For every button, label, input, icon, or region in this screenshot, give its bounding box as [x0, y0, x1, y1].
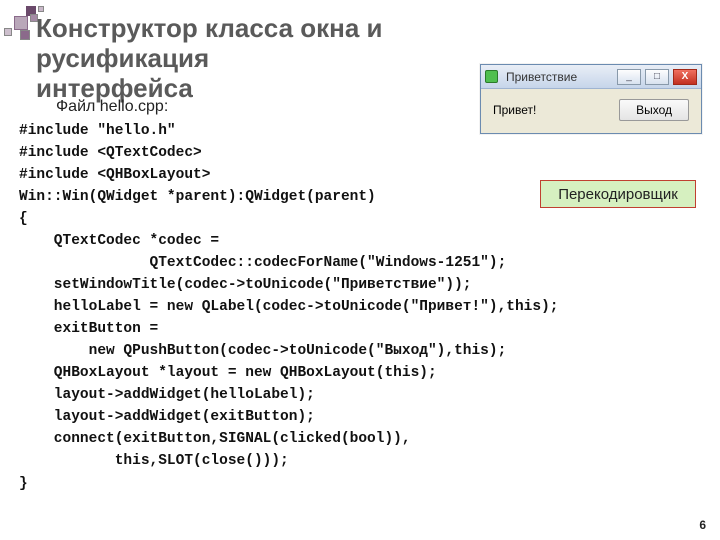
callout-recoder: Перекодировщик — [540, 180, 696, 208]
page-number: 6 — [699, 518, 706, 532]
mock-window-title: Приветствие — [502, 70, 613, 84]
file-caption: Файл hello.cpp: — [56, 98, 168, 116]
mock-window-content: Привет! Выход — [481, 89, 701, 131]
title-line-1: Конструктор класса окна и русификация — [36, 13, 383, 73]
mock-window: Приветствие _ □ X Привет! Выход — [480, 64, 702, 134]
close-icon: X — [673, 69, 697, 85]
slide-title: Конструктор класса окна и русификация ин… — [36, 14, 476, 104]
maximize-icon: □ — [645, 69, 669, 85]
code-block: #include "hello.h" #include <QTextCodec>… — [19, 120, 559, 495]
mock-titlebar: Приветствие _ □ X — [481, 65, 701, 89]
mock-exit-button: Выход — [619, 99, 689, 121]
mock-hello-label: Привет! — [493, 103, 536, 117]
minimize-icon: _ — [617, 69, 641, 85]
qt-app-icon — [485, 70, 498, 83]
